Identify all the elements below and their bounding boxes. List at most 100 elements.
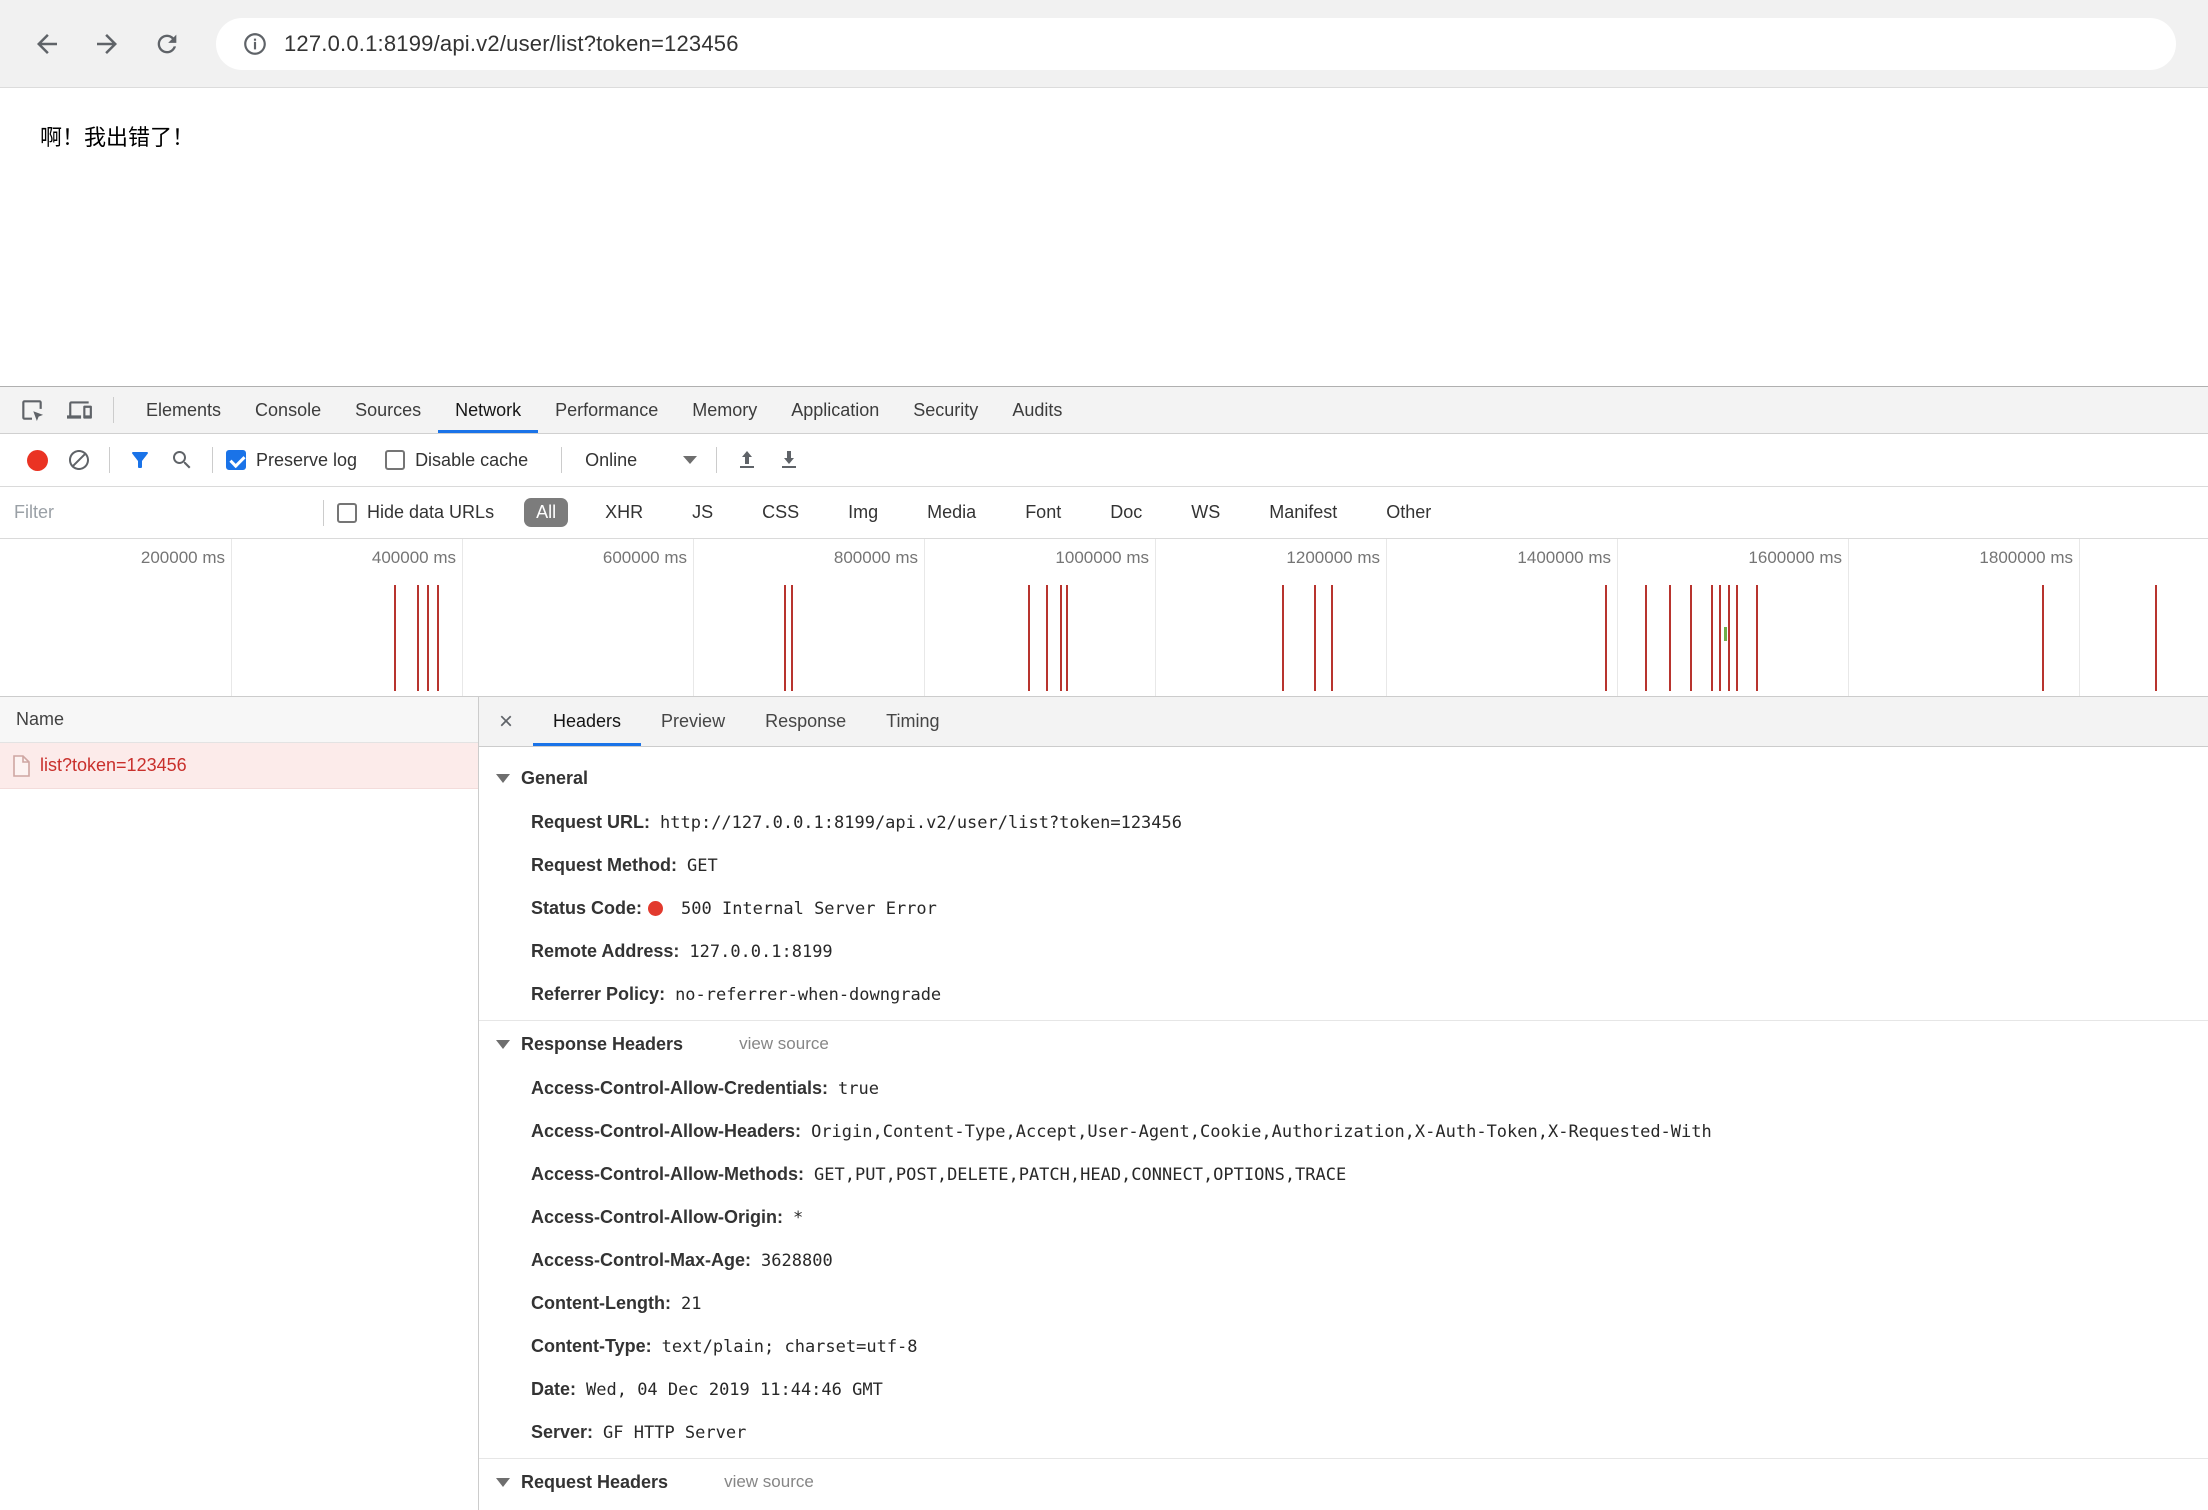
timeline-gridline — [462, 539, 463, 696]
name-column-header[interactable]: Name — [0, 697, 478, 743]
header-value: http://127.0.0.1:8199/api.v2/user/list?t… — [660, 813, 1182, 833]
devtools-tab-sources[interactable]: Sources — [338, 387, 438, 433]
section-header[interactable]: General — [479, 755, 2208, 801]
type-filter-font[interactable]: Font — [1013, 498, 1073, 527]
search-button[interactable] — [161, 439, 203, 481]
header-item: Remote Address:127.0.0.1:8199 — [479, 930, 2208, 973]
devtools-tab-console[interactable]: Console — [238, 387, 338, 433]
hide-data-urls-checkbox[interactable]: Hide data URLs — [337, 502, 494, 523]
devtools-panel: ElementsConsoleSourcesNetworkPerformance… — [0, 386, 2208, 1510]
header-item: Access-Control-Allow-Headers:Origin,Cont… — [479, 1110, 2208, 1153]
type-filter-other[interactable]: Other — [1374, 498, 1443, 527]
inspect-element-button[interactable] — [8, 387, 56, 433]
network-filter-row: Hide data URLs All XHR JS CSS Img Media Font Do… — [0, 487, 2208, 539]
header-name: Access-Control-Allow-Credentials: — [531, 1078, 828, 1099]
close-details-button[interactable]: × — [479, 697, 533, 746]
timeline-tick-label: 400000 ms — [280, 548, 456, 568]
devtools-tabs: ElementsConsoleSourcesNetworkPerformance… — [129, 387, 1079, 433]
disclosure-triangle-icon — [496, 1478, 510, 1487]
type-filter-css[interactable]: CSS — [750, 498, 811, 527]
timeline-load-mark — [1724, 627, 1727, 641]
checkbox-unchecked-icon — [385, 450, 405, 470]
devtools-tab-audits[interactable]: Audits — [995, 387, 1079, 433]
type-filter-manifest[interactable]: Manifest — [1257, 498, 1349, 527]
type-filter-ws[interactable]: WS — [1179, 498, 1232, 527]
timeline-request-mark — [2155, 585, 2157, 691]
url-bar[interactable]: 127.0.0.1:8199/api.v2/user/list?token=12… — [216, 18, 2176, 70]
reload-button[interactable] — [142, 19, 192, 69]
checkbox-checked-icon — [226, 450, 246, 470]
filter-input[interactable] — [14, 502, 314, 523]
timeline-tick-label: 1800000 ms — [1897, 548, 2073, 568]
name-column-label: Name — [16, 709, 64, 730]
timeline-tick-label: 1600000 ms — [1666, 548, 1842, 568]
devtools-tab-network[interactable]: Network — [438, 387, 538, 433]
inspect-cursor-icon — [19, 397, 45, 423]
devtools-main-tabbar: ElementsConsoleSourcesNetworkPerformance… — [0, 387, 2208, 434]
timeline-request-mark — [784, 585, 786, 691]
block-icon — [67, 448, 91, 472]
details-tabs: HeadersPreviewResponseTiming — [533, 697, 959, 746]
import-har-button[interactable] — [726, 439, 768, 481]
header-value: GET — [687, 856, 718, 876]
forward-button[interactable] — [82, 19, 132, 69]
type-filter-all[interactable]: All — [524, 498, 568, 527]
header-item: Access-Control-Allow-Credentials:true — [479, 1067, 2208, 1110]
preserve-log-checkbox[interactable]: Preserve log — [226, 450, 357, 471]
export-har-button[interactable] — [768, 439, 810, 481]
network-overview-timeline[interactable]: 200000 ms400000 ms600000 ms800000 ms1000… — [0, 539, 2208, 697]
view-source-link[interactable]: view source — [739, 1034, 829, 1054]
timeline-request-mark — [1669, 585, 1671, 691]
timeline-tick-label: 2000000 ms — [2128, 548, 2208, 568]
timeline-request-mark — [1314, 585, 1316, 691]
details-tab-headers[interactable]: Headers — [533, 697, 641, 746]
checkbox-unchecked-icon — [337, 503, 357, 523]
header-value: * — [793, 1208, 803, 1228]
header-value: 500 Internal Server Error — [681, 899, 937, 919]
header-name: Server: — [531, 1422, 593, 1443]
timeline-request-mark — [1756, 585, 1758, 691]
filter-toggle-button[interactable] — [119, 439, 161, 481]
details-tab-preview[interactable]: Preview — [641, 697, 745, 746]
request-name: list?token=123456 — [40, 755, 187, 776]
clear-network-log-button[interactable] — [58, 439, 100, 481]
devtools-tab-performance[interactable]: Performance — [538, 387, 675, 433]
timeline-tick-label: 600000 ms — [511, 548, 687, 568]
timeline-request-mark — [1060, 585, 1062, 691]
details-tab-timing[interactable]: Timing — [866, 697, 959, 746]
header-name: Remote Address: — [531, 941, 679, 962]
devtools-tab-memory[interactable]: Memory — [675, 387, 774, 433]
disclosure-triangle-icon — [496, 774, 510, 783]
disable-cache-checkbox[interactable]: Disable cache — [385, 450, 528, 471]
page-info-button[interactable] — [242, 31, 268, 57]
divider — [323, 500, 324, 526]
details-tab-response[interactable]: Response — [745, 697, 866, 746]
divider — [716, 447, 717, 473]
toggle-device-toolbar-button[interactable] — [56, 387, 104, 433]
page-content: 啊！我出错了！ — [0, 88, 2208, 386]
header-item: Access-Control-Allow-Methods:GET,PUT,POS… — [479, 1153, 2208, 1196]
header-name: Access-Control-Allow-Origin: — [531, 1207, 783, 1228]
type-filter-img[interactable]: Img — [836, 498, 890, 527]
header-name: Access-Control-Max-Age: — [531, 1250, 751, 1271]
type-filter-doc[interactable]: Doc — [1098, 498, 1154, 527]
type-filter-media[interactable]: Media — [915, 498, 988, 527]
devtools-tab-application[interactable]: Application — [774, 387, 896, 433]
timeline-request-mark — [1028, 585, 1030, 691]
network-toolbar: Preserve log Disable cache Online — [0, 434, 2208, 487]
header-item: Server:GF HTTP Server — [479, 1411, 2208, 1454]
view-source-link[interactable]: view source — [724, 1472, 814, 1492]
devtools-tab-elements[interactable]: Elements — [129, 387, 238, 433]
import-har-icon — [735, 448, 759, 472]
section-header[interactable]: Response Headersview source — [479, 1021, 2208, 1067]
type-filter-xhr[interactable]: XHR — [593, 498, 655, 527]
section-header[interactable]: Request Headersview source — [479, 1459, 2208, 1505]
back-button[interactable] — [22, 19, 72, 69]
devtools-tab-security[interactable]: Security — [896, 387, 995, 433]
type-filter-js[interactable]: JS — [680, 498, 725, 527]
request-row[interactable]: list?token=123456 — [0, 743, 478, 789]
throttling-dropdown[interactable]: Online — [571, 450, 707, 471]
hide-data-urls-label: Hide data URLs — [367, 502, 494, 523]
timeline-request-mark — [1282, 585, 1284, 691]
record-network-log-button[interactable] — [16, 439, 58, 481]
